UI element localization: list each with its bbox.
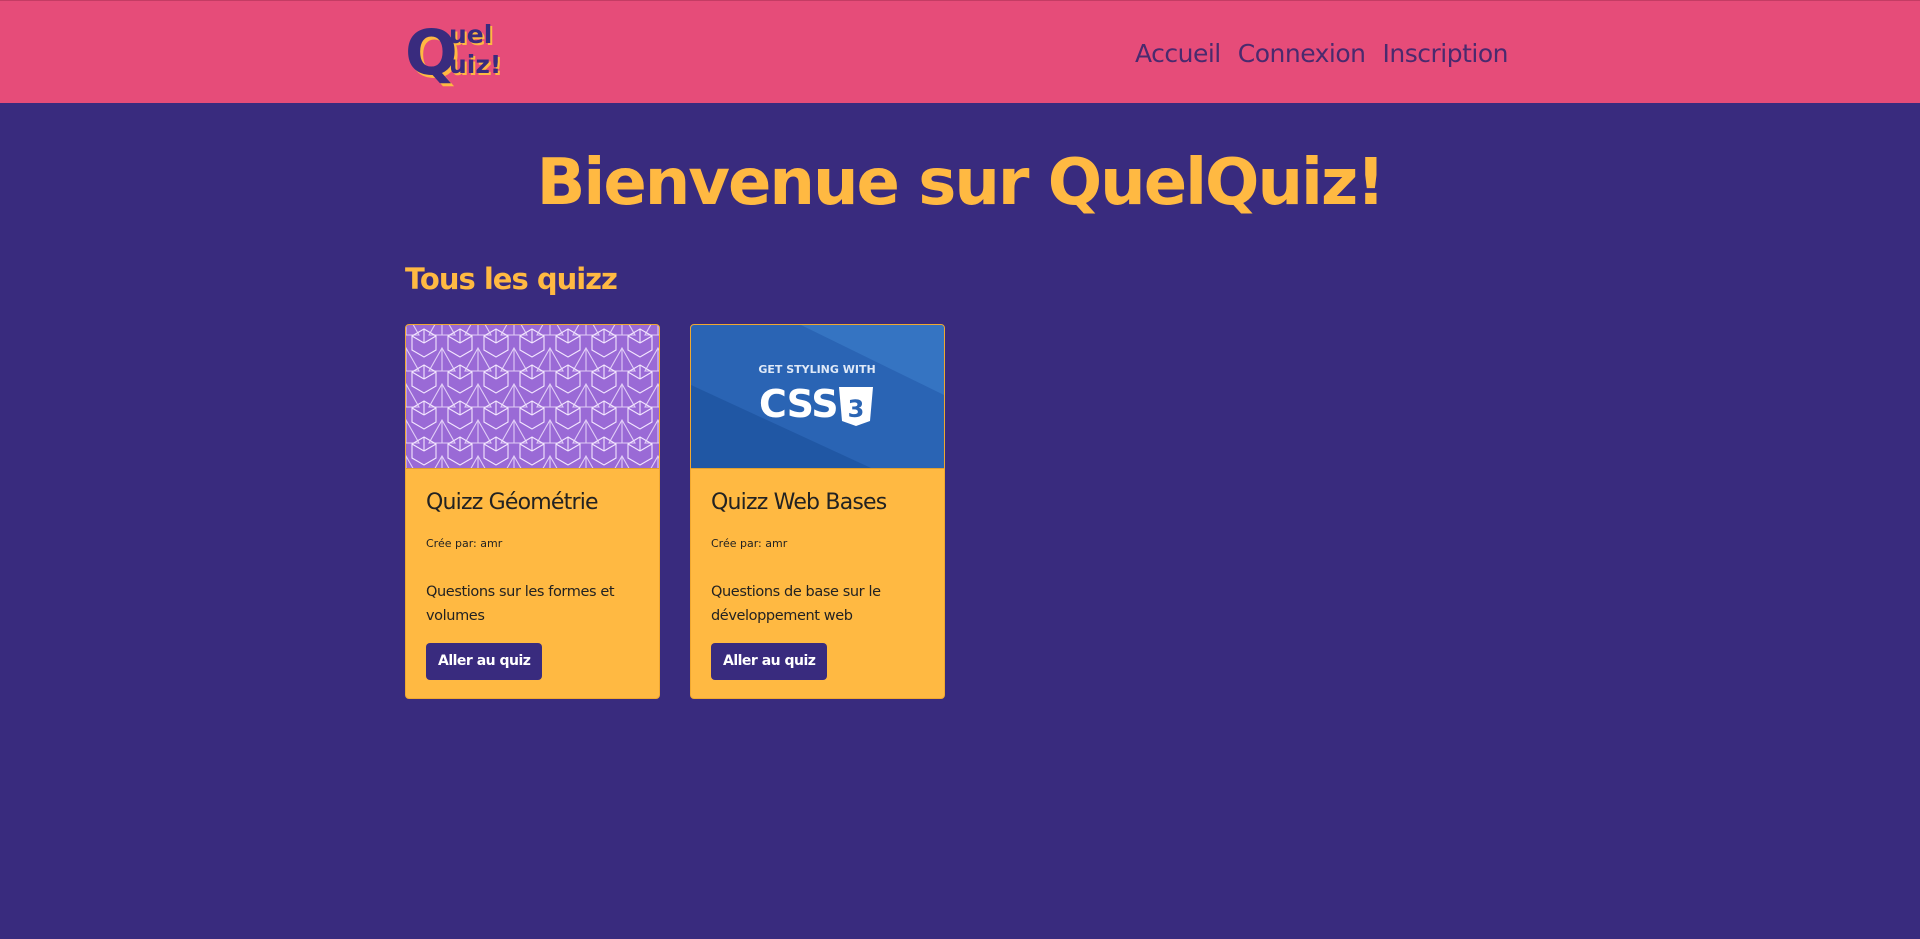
quiz-card-title: Quizz Web Bases — [711, 490, 887, 515]
quiz-card-web-bases: GET STYLING WITH CSS 3 Quizz Web Bases C… — [690, 324, 945, 699]
nav-link-connexion[interactable]: Connexion — [1238, 35, 1366, 73]
page-title: Bienvenue sur QuelQuiz! — [536, 146, 1386, 220]
navbar: Q Q uel uel uiz! uiz! Accueil Connexion … — [0, 0, 1920, 103]
go-to-quiz-button[interactable]: Aller au quiz — [426, 643, 543, 680]
quiz-card-list: Quizz Géométrie Crée par: amr Questions … — [405, 324, 945, 699]
svg-text:3: 3 — [848, 395, 865, 423]
css-banner-word: CSS — [759, 382, 838, 426]
quelquiz-logo[interactable]: Q Q uel uel uiz! uiz! — [405, 17, 507, 87]
quiz-card-author: Crée par: amr — [711, 537, 788, 550]
nav-link-inscription[interactable]: Inscription — [1383, 35, 1509, 73]
quiz-card-title: Quizz Géométrie — [426, 490, 599, 515]
quiz-card-geometrie: Quizz Géométrie Crée par: amr Questions … — [405, 324, 660, 699]
quiz-card-author: Crée par: amr — [426, 537, 503, 550]
quiz-card-description: Questions de base sur le développement w… — [711, 584, 881, 624]
nav-links: Accueil Connexion Inscription — [1135, 35, 1509, 73]
svg-text:uiz!: uiz! — [449, 50, 501, 79]
logo-line1: uel — [449, 20, 492, 49]
css3-shield-icon: 3 — [839, 387, 873, 426]
quiz-card-description: Questions sur les formes et volumes — [426, 584, 615, 624]
css-banner-tagline: GET STYLING WITH — [758, 363, 875, 376]
geometry-pattern-image — [406, 325, 659, 469]
quelquiz-logo-icon: Q Q uel uel uiz! uiz! — [405, 17, 503, 87]
section-title: Tous les quizz — [405, 262, 618, 296]
go-to-quiz-button[interactable]: Aller au quiz — [711, 643, 828, 680]
css-banner-image: GET STYLING WITH CSS 3 — [691, 325, 944, 469]
nav-link-accueil[interactable]: Accueil — [1135, 35, 1221, 73]
